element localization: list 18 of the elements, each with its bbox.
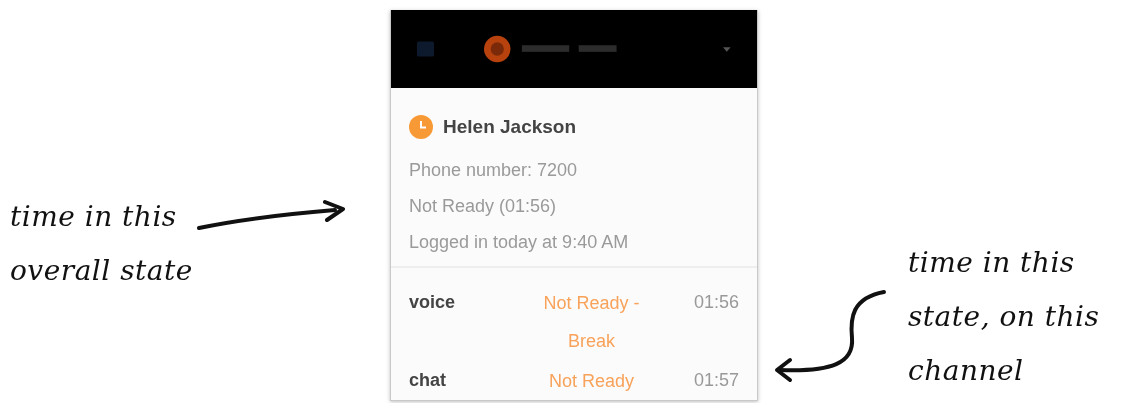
agent-detail: Logged in today at 9:40 AM <box>409 231 630 254</box>
agent-detail: Phone number: 7200 <box>409 159 579 182</box>
annotation-text: time in this <box>908 245 1076 281</box>
channel-status: Not Ready - Break <box>542 292 641 353</box>
annotation-text: overall state <box>10 253 193 289</box>
clock-icon <box>409 115 433 139</box>
annotation-text: time in this <box>10 199 178 235</box>
caret-icon[interactable] <box>723 46 731 52</box>
agent-name: Helen Jackson <box>443 116 577 138</box>
channel-name: voice <box>409 291 457 314</box>
agent-detail: Not Ready (01:56) <box>409 195 558 218</box>
arrow-icon <box>772 288 888 384</box>
channel-time: 01:57 <box>692 369 739 392</box>
channel-status: Not Ready <box>547 370 635 393</box>
annotation-text: channel <box>908 353 1025 389</box>
channel-name: chat <box>409 369 447 392</box>
channel-time: 01:56 <box>692 291 739 314</box>
annotation-text: state, on this <box>908 299 1100 335</box>
